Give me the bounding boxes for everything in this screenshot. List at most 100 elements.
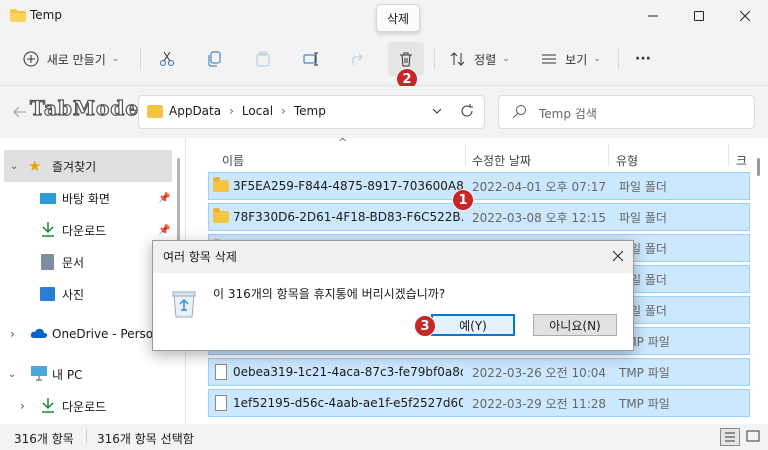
pin-icon[interactable]: 📌	[158, 225, 170, 236]
cloud-icon	[30, 327, 48, 342]
folder-icon	[147, 105, 163, 118]
sort-button[interactable]: 정렬 ⌄	[444, 42, 516, 76]
rename-button[interactable]	[294, 42, 328, 76]
computer-icon	[30, 365, 48, 384]
download-icon	[40, 221, 56, 240]
new-label: 새로 만들기	[46, 52, 106, 67]
nav-pc-downloads[interactable]: › 다운로드	[0, 390, 172, 422]
chevron-down-icon[interactable]	[431, 105, 443, 120]
dialog-close-button[interactable]	[605, 243, 631, 269]
plus-circle-icon	[23, 51, 39, 67]
nav-documents[interactable]: 문서 📌	[0, 246, 172, 278]
file-date: 2022-03-08 오후 12:15	[472, 210, 607, 225]
file-type: TMP 파일	[619, 365, 670, 380]
yes-button[interactable]: 예(Y)	[431, 314, 515, 336]
file-icon	[215, 395, 227, 411]
back-arrow-icon[interactable]	[12, 104, 30, 122]
table-row[interactable]: 1ef52195-d56c-4aab-ae1f-e5f2527d60... 202…	[208, 389, 750, 417]
close-button[interactable]	[722, 0, 768, 32]
nav-pictures[interactable]: 사진 📌	[0, 278, 172, 310]
cut-button[interactable]	[150, 42, 184, 76]
table-row[interactable]: 3F5EA259-F844-4875-8917-703600A8... 2022-…	[208, 172, 750, 200]
step-badge-1: 1	[452, 189, 474, 211]
trash-icon	[400, 52, 412, 67]
folder-icon	[213, 208, 229, 223]
search-icon	[511, 104, 527, 123]
file-list-scrollbar[interactable]	[756, 152, 762, 420]
delete-tooltip: 삭제	[376, 4, 420, 32]
no-button[interactable]: 아니요(N)	[533, 314, 617, 336]
details-view-button[interactable]	[720, 428, 740, 446]
close-icon	[613, 251, 623, 261]
copy-button[interactable]	[198, 42, 232, 76]
step-badge-3: 3	[414, 315, 436, 337]
nav-downloads[interactable]: 다운로드 📌	[0, 214, 172, 246]
file-name: 0ebea319-1c21-4aca-87c3-fe79bf0a8d...	[233, 365, 463, 379]
address-bar[interactable]: AppData › Local › Temp	[138, 95, 485, 129]
breadcrumb: AppData › Local › Temp	[169, 104, 326, 118]
recycle-bin-icon	[171, 289, 197, 322]
divider	[465, 144, 466, 166]
nav-downloads-label: 다운로드	[62, 223, 107, 238]
pictures-icon	[40, 287, 55, 301]
rename-icon	[303, 52, 318, 66]
desktop-icon	[40, 192, 56, 204]
search-placeholder: Temp 검색	[539, 107, 597, 121]
column-header-size[interactable]: 크	[736, 152, 747, 169]
file-date: 2022-03-29 오전 11:28	[472, 396, 607, 411]
chevron-right-icon: ›	[229, 104, 234, 118]
file-name: 3F5EA259-F844-4875-8917-703600A8...	[233, 179, 463, 193]
divider	[86, 429, 87, 443]
divider	[434, 48, 435, 70]
nav-favorites[interactable]: ⌄ ★ 즐겨찾기	[4, 150, 172, 182]
column-header-name[interactable]: 이름	[222, 152, 244, 169]
breadcrumb-appdata[interactable]: AppData	[169, 104, 221, 118]
chevron-right-icon: ›	[10, 327, 15, 341]
column-header-type[interactable]: 유형	[616, 152, 638, 169]
nav-this-pc-label: 내 PC	[52, 367, 83, 382]
nav-favorites-label: 즐겨찾기	[52, 159, 97, 174]
dialog-message: 이 316개의 항목을 휴지통에 버리시겠습니까?	[213, 287, 446, 301]
view-label: 보기	[565, 52, 588, 67]
selected-count: 316개 항목 선택함	[97, 432, 194, 446]
search-box[interactable]: Temp 검색	[498, 95, 755, 129]
file-type: 파일 폴더	[619, 179, 667, 194]
column-header-date[interactable]: 수정한 날짜	[472, 152, 531, 169]
nav-documents-label: 문서	[62, 255, 85, 270]
table-row[interactable]: 0ebea319-1c21-4aca-87c3-fe79bf0a8d... 202…	[208, 358, 750, 386]
nav-desktop-label: 바탕 화면	[62, 191, 110, 206]
sort-icon	[450, 52, 465, 66]
file-name: 1ef52195-d56c-4aab-ae1f-e5f2527d60...	[233, 396, 463, 410]
status-bar: 316개 항목 316개 항목 선택함	[0, 424, 768, 450]
chevron-down-icon: ⌄	[10, 160, 19, 172]
refresh-icon[interactable]	[459, 103, 475, 122]
new-button[interactable]: 새로 만들기 ⌄	[14, 42, 128, 76]
more-options-button[interactable]: ···	[626, 42, 660, 76]
table-row[interactable]: 78F330D6-2D61-4F18-BD83-F6C522B... 2022-0…	[208, 203, 750, 231]
tiles-view-button[interactable]	[744, 428, 764, 446]
delete-confirm-dialog: 여러 항목 삭제 이 316개의 항목을 휴지통에 버리시겠습니까? 예(Y) …	[152, 240, 634, 351]
chevron-down-icon: ⌄	[502, 54, 510, 64]
nav-pictures-label: 사진	[62, 287, 85, 302]
divider	[728, 144, 729, 166]
divider	[618, 48, 619, 70]
nav-desktop[interactable]: 바탕 화면 📌	[0, 182, 172, 214]
chevron-down-icon: ⌄	[8, 368, 17, 380]
file-type: TMP 파일	[619, 396, 670, 411]
breadcrumb-temp[interactable]: Temp	[294, 104, 326, 118]
breadcrumb-local[interactable]: Local	[242, 104, 273, 118]
dialog-title: 여러 항목 삭제	[163, 250, 237, 264]
view-button[interactable]: 보기 ⌄	[532, 42, 610, 76]
chevron-right-icon: ›	[20, 399, 25, 413]
clipboard-icon	[256, 51, 270, 67]
maximize-button[interactable]	[676, 0, 722, 32]
document-icon	[41, 254, 54, 270]
nav-pc-downloads-label: 다운로드	[62, 399, 107, 414]
minimize-button[interactable]	[630, 0, 676, 32]
nav-this-pc[interactable]: ⌄ 내 PC	[0, 358, 172, 390]
share-button[interactable]	[342, 42, 376, 76]
pin-icon[interactable]: 📌	[158, 193, 170, 204]
window-title: Temp	[30, 8, 62, 22]
paste-button[interactable]	[246, 42, 280, 76]
star-icon: ★	[28, 157, 42, 175]
